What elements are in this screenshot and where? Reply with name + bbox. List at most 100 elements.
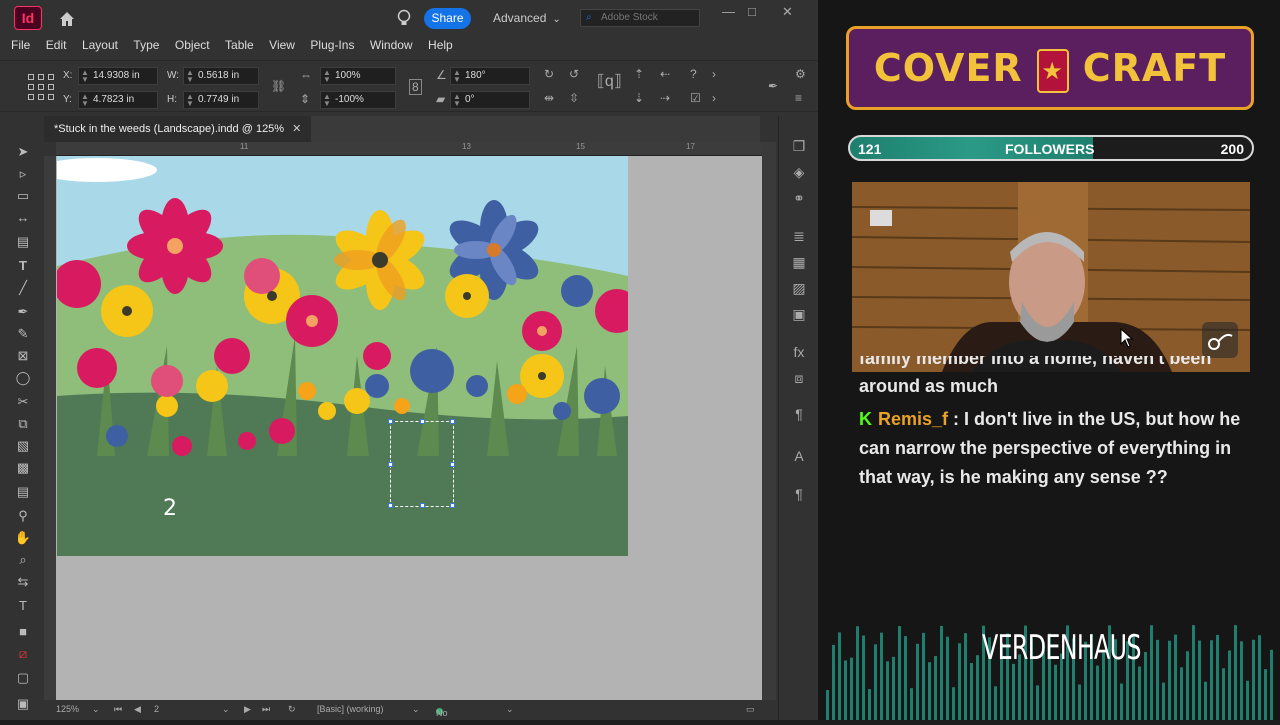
flip-horizontal-icon[interactable]: ⇹ (544, 91, 554, 105)
gradient-swatch-tool-icon[interactable]: ▧ (14, 438, 32, 454)
rectangle-frame-tool-icon[interactable]: ⊠ (14, 348, 32, 364)
y-field[interactable]: ▲ ▼ 4.7823 in (78, 91, 158, 109)
menu-edit[interactable]: Edit (46, 36, 67, 54)
eyedropper-tool-icon[interactable]: ⚲ (14, 508, 32, 524)
rotate-cw-icon[interactable]: ↻ (544, 67, 554, 81)
menu-object[interactable]: Object (175, 36, 210, 54)
share-button[interactable]: Share (424, 8, 471, 29)
pen-tool-icon[interactable]: ✒ (14, 304, 32, 320)
close-icon[interactable]: ✕ (782, 4, 793, 20)
page-field[interactable]: 2 (154, 704, 159, 714)
selection-handle[interactable] (388, 503, 393, 508)
link-scale-icon[interactable]: 8 (409, 79, 422, 95)
stepper-icon[interactable]: ▲ ▼ (81, 69, 89, 84)
pages-panel-icon[interactable]: ❐ (789, 138, 809, 155)
menu-plugins[interactable]: Plug-Ins (310, 36, 354, 54)
gap-tool-icon[interactable]: ↔ (14, 210, 32, 225)
layers-panel-icon[interactable]: ◈ (789, 164, 809, 181)
swatches-panel-icon[interactable]: ▦ (789, 254, 809, 271)
close-tab-icon[interactable]: ✕ (292, 123, 301, 135)
stepper-icon[interactable]: ▲ ▼ (453, 69, 461, 84)
select-next-icon[interactable]: ⇢ (660, 91, 670, 105)
select-previous-icon[interactable]: ⇠ (660, 67, 670, 81)
selection-handle[interactable] (450, 503, 455, 508)
gear-icon[interactable]: ⚙ (795, 67, 806, 81)
select-content-down-icon[interactable]: ⇣ (634, 91, 644, 105)
content-collector-icon[interactable]: ▤ (14, 234, 32, 250)
direct-selection-tool-icon[interactable]: ▹ (14, 166, 32, 182)
stroke-panel-icon[interactable]: ≣ (789, 228, 809, 245)
hand-tool-icon[interactable]: ✋ (14, 530, 32, 546)
chevron-down-icon[interactable]: ⌄ (92, 704, 100, 715)
stepper-icon[interactable]: ▲ ▼ (323, 93, 331, 108)
stepper-icon[interactable]: ▲ ▼ (186, 93, 194, 108)
selection-handle[interactable] (450, 419, 455, 424)
lightbulb-icon[interactable] (397, 9, 411, 27)
reference-point-icon[interactable] (28, 74, 54, 100)
paragraph-panel-icon[interactable]: ¶ (789, 486, 809, 502)
select-container-icon[interactable]: ⇡ (634, 67, 644, 81)
menu-window[interactable]: Window (370, 36, 413, 54)
view-toggle-icon[interactable]: ▭ (746, 704, 755, 715)
stepper-icon[interactable]: ▲ ▼ (323, 69, 331, 84)
first-page-icon[interactable]: ⏮ (114, 704, 122, 715)
chevron-right-icon[interactable]: › (712, 67, 716, 81)
paragraph-styles-icon[interactable]: ¶ (789, 406, 809, 422)
effects-panel-icon[interactable]: fx (789, 344, 809, 360)
character-styles-icon[interactable]: A (789, 448, 809, 464)
scissors-tool-icon[interactable]: ✂ (14, 394, 32, 410)
selected-frame[interactable] (388, 419, 455, 508)
menu-view[interactable]: View (269, 36, 295, 54)
refresh-icon[interactable]: ↻ (288, 704, 296, 715)
document-tab[interactable]: *Stuck in the weeds (Landscape).indd @ 1… (44, 116, 312, 142)
next-page-icon[interactable]: ▶ (244, 704, 251, 715)
menu-help[interactable]: Help (428, 36, 453, 54)
shear-field[interactable]: ▲ ▼ 0° (450, 91, 530, 109)
apply-color-icon[interactable]: ■ (14, 624, 32, 639)
view-mode-icon[interactable]: ▣ (14, 696, 32, 712)
select-content-icon[interactable]: ⟦q⟧ (597, 71, 622, 91)
zoom-level[interactable]: 125% (56, 704, 79, 714)
selection-handle[interactable] (450, 462, 455, 467)
line-tool-icon[interactable]: ╱ (14, 280, 32, 296)
menu-layout[interactable]: Layout (82, 36, 118, 54)
stepper-icon[interactable]: ▲ ▼ (186, 69, 194, 84)
selection-tool-icon[interactable]: ➤ (14, 144, 32, 160)
free-transform-tool-icon[interactable]: ⧉ (14, 416, 32, 432)
flip-vertical-icon[interactable]: ⇳ (569, 91, 579, 105)
chevron-down-icon[interactable]: ⌄ (506, 704, 514, 715)
note-tool-icon[interactable]: ▤ (14, 484, 32, 500)
apply-none-icon[interactable]: ⧄ (14, 646, 32, 662)
minimize-icon[interactable]: — (722, 4, 735, 19)
adobe-stock-search[interactable]: ⌕ Adobe Stock (580, 9, 700, 27)
constrain-proportions-icon[interactable]: ⛓ (271, 79, 286, 93)
cc-libraries-icon[interactable]: ▣ (789, 306, 809, 323)
scale-x-field[interactable]: ▲ ▼ 100% (320, 67, 396, 85)
selection-handle[interactable] (388, 462, 393, 467)
selection-handle[interactable] (420, 503, 425, 508)
chevron-right-icon[interactable]: › (712, 91, 716, 105)
ellipse-tool-icon[interactable]: ◯ (14, 370, 32, 386)
workspace-switcher[interactable]: Advanced ⌄ (493, 11, 561, 25)
screen-mode-icon[interactable]: ▢ (14, 670, 32, 686)
gradient-feather-tool-icon[interactable]: ▩ (14, 460, 32, 476)
stepper-icon[interactable]: ▲ ▼ (81, 93, 89, 108)
home-icon[interactable] (58, 10, 76, 28)
selection-handle[interactable] (420, 419, 425, 424)
vertical-scrollbar[interactable] (762, 142, 776, 700)
type-tool-icon[interactable]: T (14, 258, 32, 273)
page-tool-icon[interactable]: ▭ (14, 188, 32, 204)
frame-fitting-icon[interactable]: ☑ (690, 91, 701, 105)
text-wrap-icon[interactable]: ⧈ (789, 370, 809, 387)
chevron-down-icon[interactable]: ⌄ (222, 704, 230, 715)
panel-menu-icon[interactable]: ≡ (795, 91, 802, 105)
maximize-icon[interactable]: □ (748, 4, 756, 19)
formatting-affects-text-icon[interactable]: T (14, 598, 32, 613)
pen-icon[interactable]: ✒ (768, 79, 778, 93)
menu-table[interactable]: Table (225, 36, 254, 54)
links-panel-icon[interactable]: ⚭ (789, 190, 809, 207)
previous-page-icon[interactable]: ◀ (134, 704, 141, 715)
stepper-icon[interactable]: ▲ ▼ (453, 93, 461, 108)
pencil-tool-icon[interactable]: ✎ (14, 326, 32, 342)
gradient-panel-icon[interactable]: ▨ (789, 280, 809, 297)
